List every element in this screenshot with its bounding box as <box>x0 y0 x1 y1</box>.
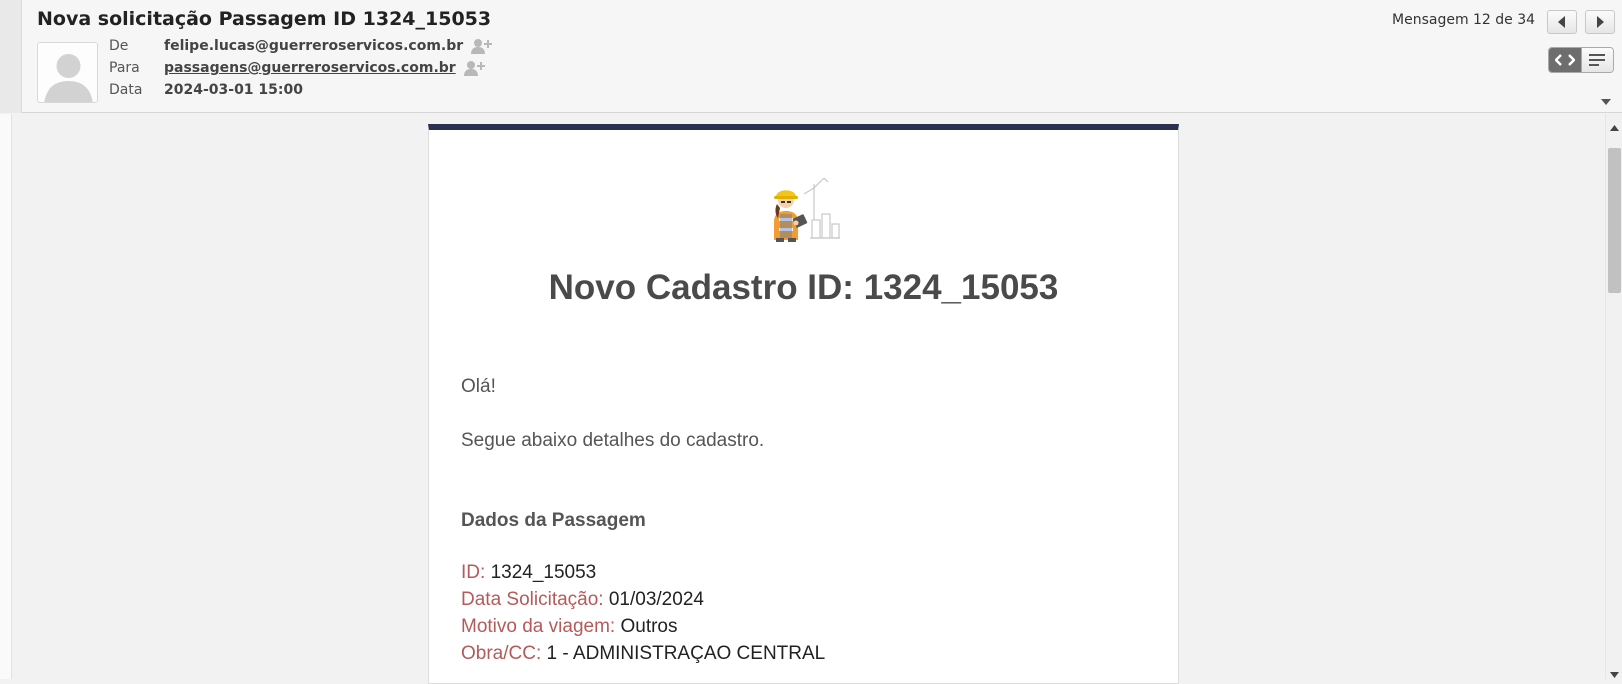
field-label: Data Solicitação: <box>461 589 604 610</box>
from-address[interactable]: felipe.lucas@guerreroservicos.com.br <box>164 38 463 54</box>
vertical-scrollbar[interactable] <box>1605 114 1622 679</box>
next-message-button[interactable] <box>1585 10 1615 34</box>
greeting-text: Olá! <box>461 376 496 397</box>
scrollbar-thumb[interactable] <box>1608 148 1621 293</box>
to-label: Para <box>109 60 140 76</box>
section-title: Dados da Passagem <box>461 510 646 531</box>
view-mode-toggle <box>1548 47 1614 73</box>
date-row: Data 2024-03-01 15:00 <box>109 80 303 100</box>
previous-message-button[interactable] <box>1547 10 1577 34</box>
add-contact-icon[interactable] <box>463 60 486 76</box>
message-counter: Mensagem 12 de 34 <box>1392 12 1536 28</box>
code-brackets-icon <box>1554 54 1575 66</box>
text-lines-icon <box>1589 54 1606 66</box>
scroll-up-arrow-icon[interactable] <box>1610 117 1619 131</box>
to-address[interactable]: passagens@guerreroservicos.com.br <box>164 60 456 76</box>
header-left-strip <box>0 0 22 113</box>
field-label: ID: <box>461 562 486 583</box>
intro-text: Segue abaixo detalhes do cadastro. <box>461 430 765 451</box>
plain-text-view-button[interactable] <box>1580 48 1613 72</box>
to-row: Para passagens@guerreroservicos.com.br <box>109 58 486 78</box>
field-value: Outros <box>620 616 678 637</box>
collapse-header-icon[interactable] <box>1600 92 1612 105</box>
from-row: De felipe.lucas@guerreroservicos.com.br <box>109 36 493 56</box>
field-value: 1 - ADMINISTRAÇAO CENTRAL <box>546 643 826 664</box>
field-trip-reason: Motivo da viagem: Outros <box>461 616 678 638</box>
field-id: ID: 1324_15053 <box>461 562 596 584</box>
html-view-button[interactable] <box>1549 48 1581 72</box>
add-contact-icon[interactable] <box>471 38 493 54</box>
field-value: 1324_15053 <box>490 562 597 583</box>
field-request-date: Data Solicitação: 01/03/2024 <box>461 589 704 611</box>
field-value: 01/03/2024 <box>608 589 704 610</box>
date-value: 2024-03-01 15:00 <box>164 82 303 98</box>
email-title: Novo Cadastro ID: 1324_15053 <box>548 268 1059 307</box>
body-left-strip <box>0 114 12 679</box>
from-label: De <box>109 38 129 54</box>
email-card: Novo Cadastro ID: 1324_15053 Olá! Segue … <box>428 124 1179 684</box>
field-label: Motivo da viagem: <box>461 616 616 637</box>
arrow-right-icon <box>1597 16 1604 28</box>
arrow-left-icon <box>1558 16 1565 28</box>
scroll-down-arrow-icon[interactable] <box>1610 664 1619 678</box>
message-header: Nova solicitação Passagem ID 1324_15053 … <box>0 0 1622 113</box>
date-label: Data <box>109 82 143 98</box>
field-cost-center: Obra/CC: 1 - ADMINISTRAÇAO CENTRAL <box>461 643 825 665</box>
message-subject: Nova solicitação Passagem ID 1324_15053 <box>37 8 492 30</box>
sender-avatar-icon <box>37 42 98 103</box>
field-label: Obra/CC: <box>461 643 542 664</box>
worker-logo-icon <box>762 177 842 244</box>
